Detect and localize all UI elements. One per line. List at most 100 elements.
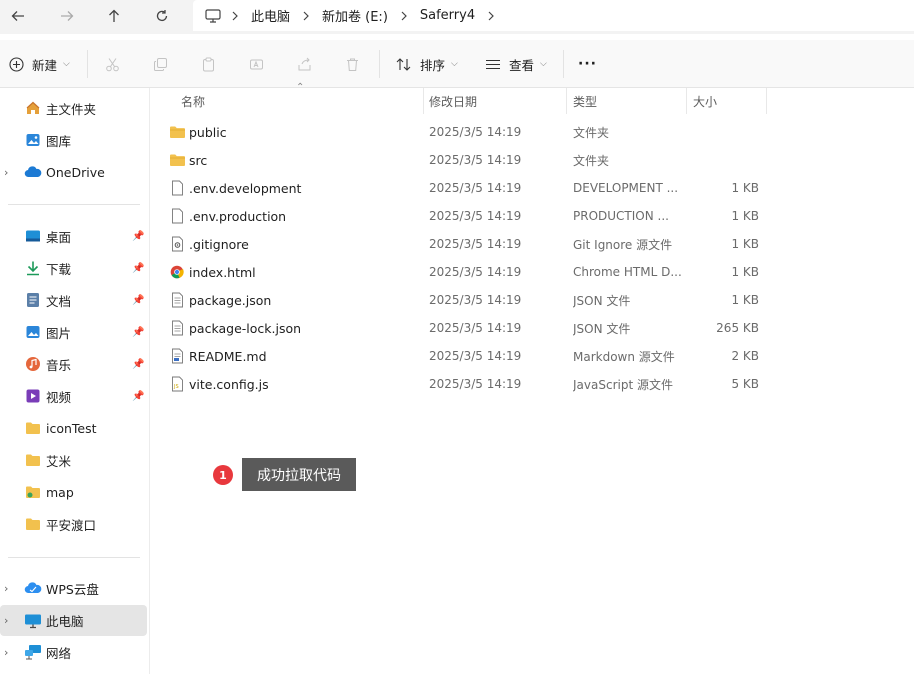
sidebar-item-network[interactable]: › 网络 <box>0 638 147 666</box>
sidebar-item-home[interactable]: 主文件夹 <box>0 94 147 122</box>
column-header-date[interactable]: 修改日期 <box>429 88 477 114</box>
refresh-button[interactable] <box>149 5 175 27</box>
file-list: ⌃ 名称 修改日期 类型 大小 public 2025/3/5 14:19 文件夹 s… <box>150 82 914 674</box>
pin-icon[interactable]: 📌 <box>132 231 144 242</box>
file-row[interactable]: README.md 2025/3/5 14:19 Markdown 源文件 2 KB <box>164 342 904 370</box>
sidebar-item-videos[interactable]: 视频 📌 <box>0 382 147 410</box>
file-row[interactable]: index.html 2025/3/5 14:19 Chrome HTML D...… <box>164 258 904 286</box>
rename-button[interactable] <box>249 52 264 76</box>
sidebar-item-this-pc[interactable]: › 此电脑 <box>0 605 147 636</box>
column-header-type[interactable]: 类型 <box>573 88 597 114</box>
file-type: PRODUCTION ... <box>573 209 669 223</box>
column-divider[interactable] <box>566 88 567 114</box>
sidebar-item-icontest[interactable]: iconTest <box>0 414 147 442</box>
column-header-name[interactable]: 名称 <box>181 88 205 114</box>
music-icon <box>24 355 42 373</box>
file-size: 1 KB <box>731 209 759 223</box>
copy-icon <box>154 57 167 71</box>
file-name: public <box>189 124 227 140</box>
column-divider[interactable] <box>686 88 687 114</box>
chevron-right-icon[interactable]: › <box>4 646 14 659</box>
file-modified-date: 2025/3/5 14:19 <box>429 153 522 167</box>
pin-icon[interactable]: 📌 <box>132 295 144 306</box>
cut-button[interactable] <box>105 52 120 76</box>
up-button[interactable] <box>101 5 127 27</box>
folder-icon <box>24 451 42 469</box>
file-modified-date: 2025/3/5 14:19 <box>429 125 522 139</box>
chevron-right-icon[interactable] <box>481 11 501 21</box>
folder-icon <box>168 118 186 146</box>
desktop-icon <box>24 227 42 245</box>
paste-button[interactable] <box>201 52 216 76</box>
sidebar-item-pictures[interactable]: 图片 📌 <box>0 318 147 346</box>
documents-icon <box>24 291 42 309</box>
share-button[interactable] <box>297 52 312 76</box>
file-size: 1 KB <box>731 237 759 251</box>
file-row[interactable]: .env.development 2025/3/5 14:19 DEVELOPMEN… <box>164 174 904 202</box>
navigation-pane: 主文件夹 图库 › OneDrive 桌面 📌 下载 📌 文档 📌 图片 📌 音… <box>0 88 150 674</box>
sidebar-item-label: iconTest <box>46 420 97 436</box>
file-row[interactable]: .env.production 2025/3/5 14:19 PRODUCTION … <box>164 202 904 230</box>
chevron-right-icon[interactable]: › <box>4 614 14 627</box>
file-type: Markdown 源文件 <box>573 349 675 364</box>
back-button[interactable] <box>5 5 31 27</box>
sidebar-item-wps-cloud[interactable]: › WPS云盘 <box>0 574 147 602</box>
chevron-right-icon[interactable]: › <box>4 582 14 595</box>
chevron-right-icon[interactable]: › <box>4 166 14 179</box>
pin-icon[interactable]: 📌 <box>132 263 144 274</box>
file-type: JSON 文件 <box>573 293 631 308</box>
breadcrumb-this-pc[interactable]: 此电脑 <box>245 6 296 25</box>
navigation-bar: 此电脑 新加卷 (E:) Saferry4 <box>0 0 914 34</box>
view-button[interactable]: 查看 ⌵ <box>485 52 547 76</box>
delete-button[interactable] <box>345 52 360 76</box>
sidebar-item-aimi[interactable]: 艾米 <box>0 446 147 474</box>
annotation-tooltip: 成功拉取代码 <box>242 458 356 491</box>
forward-button[interactable] <box>54 5 80 27</box>
file-name: src <box>189 152 208 168</box>
sidebar-item-label: 图库 <box>46 133 72 149</box>
file-modified-date: 2025/3/5 14:19 <box>429 293 522 307</box>
sort-button[interactable]: 排序 ⌵ <box>396 52 458 76</box>
sidebar-item-pinganduko[interactable]: 平安渡口 <box>0 510 147 538</box>
column-divider[interactable] <box>423 88 424 114</box>
column-header-size[interactable]: 大小 <box>693 88 717 114</box>
sidebar-item-map[interactable]: map <box>0 478 147 506</box>
file-type: JavaScript 源文件 <box>573 377 673 392</box>
sidebar-item-gallery[interactable]: 图库 <box>0 126 147 154</box>
file-row[interactable]: package.json 2025/3/5 14:19 JSON 文件 1 KB <box>164 286 904 314</box>
chevron-right-icon <box>225 11 245 21</box>
sidebar-item-label: 艾米 <box>46 453 72 469</box>
file-modified-date: 2025/3/5 14:19 <box>429 349 522 363</box>
file-row[interactable]: public 2025/3/5 14:19 文件夹 <box>164 118 904 146</box>
breadcrumb-saferry4[interactable]: Saferry4 <box>414 8 481 23</box>
more-options-button[interactable]: ··· <box>578 52 597 76</box>
new-button[interactable]: 新建 ⌵ <box>9 52 70 76</box>
pin-icon[interactable]: 📌 <box>132 327 144 338</box>
pin-icon[interactable]: 📌 <box>132 391 144 402</box>
copy-button[interactable] <box>153 52 168 76</box>
breadcrumb-drive-e[interactable]: 新加卷 (E:) <box>316 6 394 25</box>
clipboard-icon <box>203 57 214 71</box>
command-bar: 新建 ⌵ 排序 ⌵ 查看 ⌵ ··· <box>0 40 914 88</box>
sidebar-item-music[interactable]: 音乐 📌 <box>0 350 147 378</box>
sidebar-item-label: WPS云盘 <box>46 581 99 597</box>
file-name: README.md <box>189 348 267 364</box>
sidebar-item-onedrive[interactable]: › OneDrive <box>0 158 147 186</box>
sidebar-item-downloads[interactable]: 下载 📌 <box>0 254 147 282</box>
sidebar-item-documents[interactable]: 文档 📌 <box>0 286 147 314</box>
sidebar-item-label: 文档 <box>46 293 72 309</box>
file-modified-date: 2025/3/5 14:19 <box>429 237 522 251</box>
pin-icon[interactable]: 📌 <box>132 359 144 370</box>
folder-icon <box>24 515 42 533</box>
file-modified-date: 2025/3/5 14:19 <box>429 321 522 335</box>
column-divider[interactable] <box>766 88 767 114</box>
sidebar-item-desktop[interactable]: 桌面 📌 <box>0 222 147 250</box>
file-row[interactable]: package-lock.json 2025/3/5 14:19 JSON 文件 26… <box>164 314 904 342</box>
file-name: .env.production <box>189 208 287 224</box>
forward-arrow-icon <box>61 11 74 21</box>
folder-icon <box>24 483 42 501</box>
file-row[interactable]: JS vite.config.js 2025/3/5 14:19 JavaScript… <box>164 370 904 398</box>
file-row[interactable]: .gitignore 2025/3/5 14:19 Git Ignore 源文件 1 … <box>164 230 904 258</box>
address-bar[interactable]: 此电脑 新加卷 (E:) Saferry4 <box>193 0 914 31</box>
file-row[interactable]: src 2025/3/5 14:19 文件夹 <box>164 146 904 174</box>
